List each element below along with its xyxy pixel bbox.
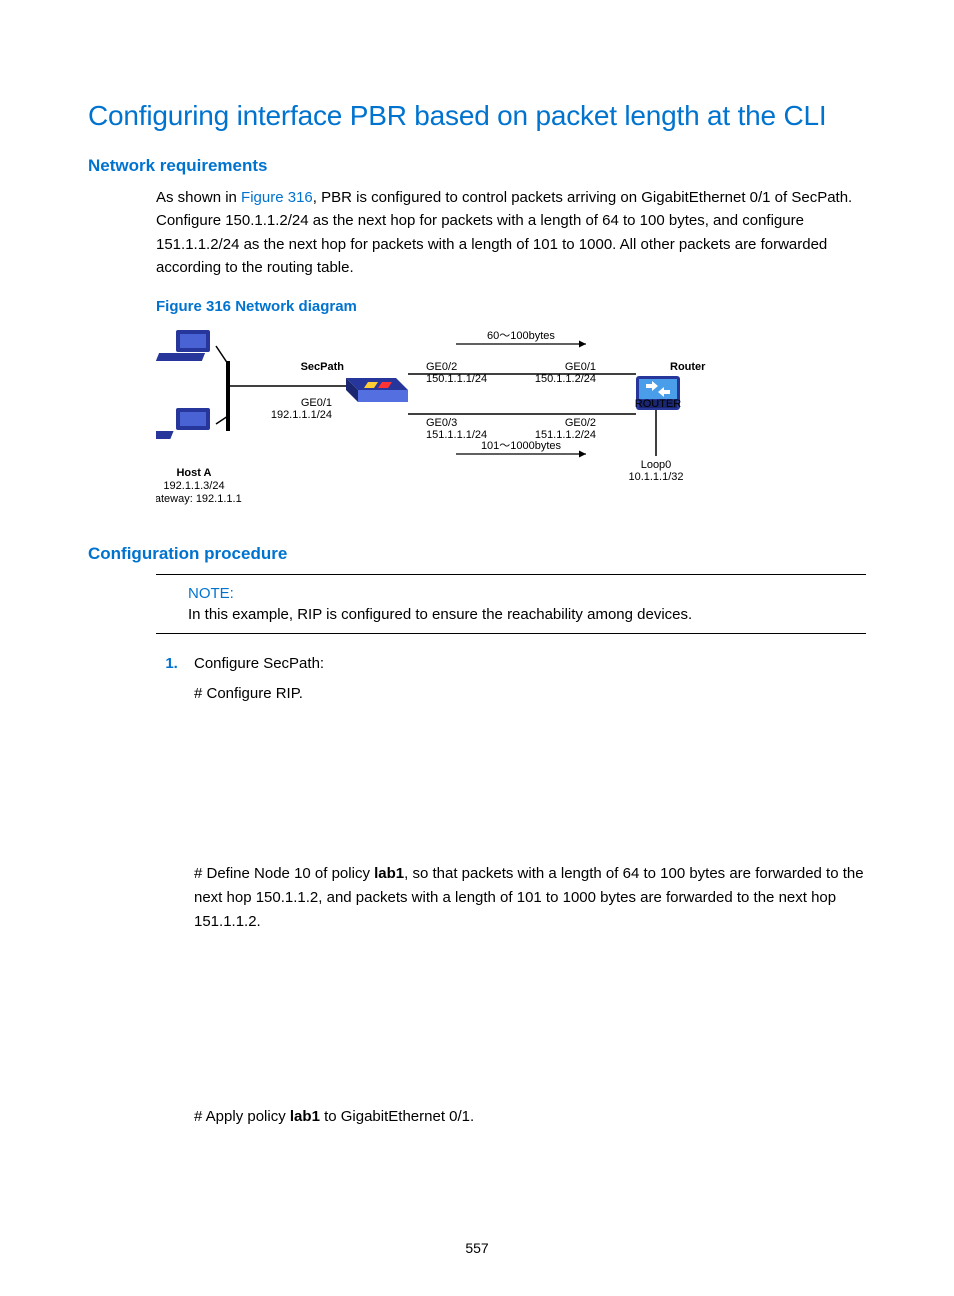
network-requirements-heading: Network requirements	[88, 156, 866, 176]
diag-ge03-ip: 151.1.1.1/24	[426, 429, 487, 441]
step-1-b-pre: # Define Node 10 of policy	[194, 865, 374, 882]
diag-r-ge02: GE0/2	[565, 417, 596, 429]
page-title: Configuring interface PBR based on packe…	[88, 100, 866, 132]
nr-intro-pre: As shown in	[156, 189, 241, 206]
diag-top-note: 60～100bytes	[487, 330, 555, 342]
diag-ge02: GE0/2	[426, 361, 457, 373]
diag-r-ge02-ip: 151.1.1.2/24	[535, 429, 596, 441]
diag-bot-note: 101～1000bytes	[481, 440, 562, 452]
diag-hosta-ip: 192.1.1.3/24	[163, 480, 224, 492]
diag-hosta-gw: Gateway: 192.1.1.1	[156, 493, 242, 505]
diag-router-label: Router	[670, 361, 706, 373]
diag-secpath-label: SecPath	[301, 361, 345, 373]
step-1-c-bold: lab1	[290, 1108, 320, 1125]
page-number: 557	[0, 1240, 954, 1256]
diag-r-ge01-ip: 150.1.1.2/24	[535, 373, 596, 385]
diag-hosta: Host A	[176, 467, 211, 479]
step-1-c: # Apply policy lab1 to GigabitEthernet 0…	[194, 1105, 866, 1129]
step-1-b-bold: lab1	[374, 865, 404, 882]
step-1-b: # Define Node 10 of policy lab1, so that…	[194, 862, 866, 934]
network-requirements-body: As shown in Figure 316, PBR is configure…	[156, 186, 866, 544]
step-1-c-post: to GigabitEthernet 0/1.	[320, 1108, 474, 1125]
note-box: NOTE: In this example, RIP is configured…	[156, 574, 866, 634]
workstation-icon	[156, 330, 210, 361]
figure-caption: Figure 316 Network diagram	[156, 295, 866, 318]
step-1-title: Configure SecPath:	[194, 655, 324, 672]
diag-loop0: Loop0	[641, 459, 672, 471]
diag-ge01: GE0/1	[301, 397, 332, 409]
network-diagram: ROUTER 60～100bytes 101～1000bytes SecPath…	[156, 326, 716, 536]
router-icon: ROUTER	[635, 376, 682, 410]
configuration-procedure-heading: Configuration procedure	[88, 544, 866, 564]
workstation-icon	[156, 408, 210, 439]
diag-ge01-ip: 192.1.1.1/24	[271, 409, 332, 421]
step-1-c-pre: # Apply policy	[194, 1108, 290, 1125]
diag-ge03: GE0/3	[426, 417, 457, 429]
diag-ge02-ip: 150.1.1.1/24	[426, 373, 487, 385]
step-1: Configure SecPath: # Configure RIP. # De…	[182, 652, 866, 1129]
step-1-a: # Configure RIP.	[194, 682, 866, 706]
diag-r-ge01: GE0/1	[565, 361, 596, 373]
note-label: NOTE:	[188, 585, 866, 602]
secpath-device-icon	[346, 378, 408, 402]
figure-link[interactable]: Figure 316	[241, 189, 313, 206]
diag-loop0-ip: 10.1.1.1/32	[628, 471, 683, 483]
note-text: In this example, RIP is configured to en…	[188, 606, 866, 623]
router-box-label: ROUTER	[635, 398, 682, 410]
